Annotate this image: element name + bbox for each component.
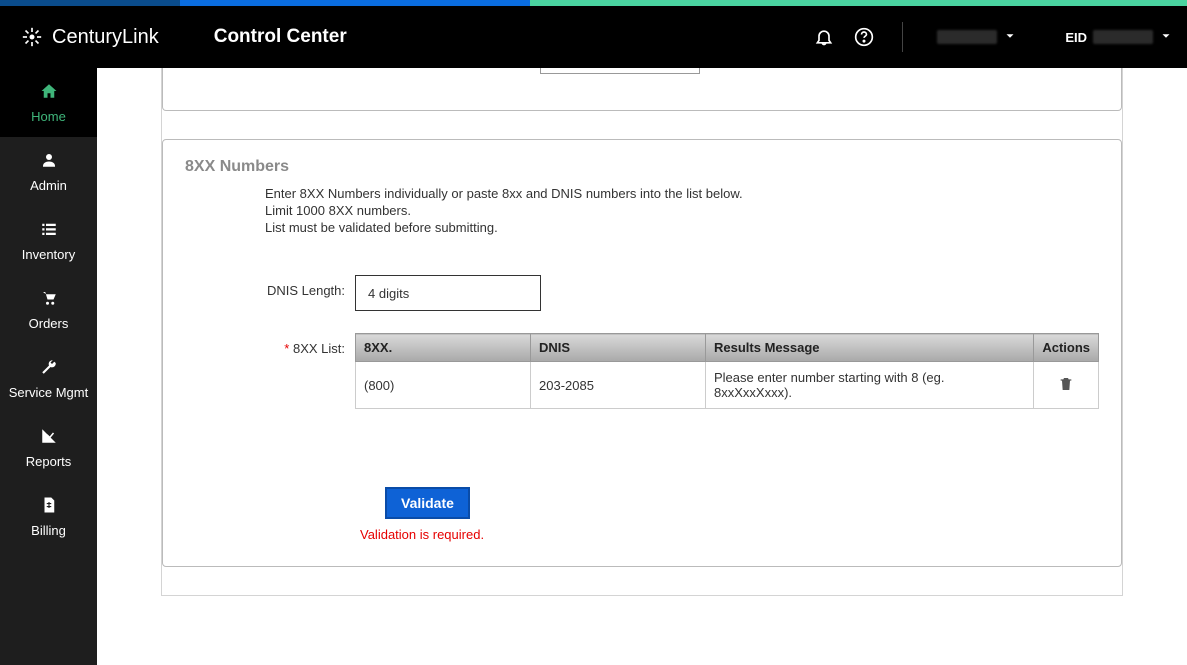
main-content: ANI: Real Time ANI Requested: Yes No 8XX… (97, 68, 1187, 665)
eightxx-list-label: * 8XX List: (185, 333, 355, 356)
cart-icon (4, 289, 93, 310)
eightxx-table: 8XX. DNIS Results Message Actions (800) (355, 333, 1099, 409)
instruction-line: List must be validated before submitting… (185, 220, 1099, 235)
sidebar-item-admin[interactable]: Admin (0, 137, 97, 206)
user-icon (4, 151, 93, 172)
header-divider (902, 22, 903, 52)
chevron-down-icon (1003, 29, 1017, 46)
sidebar-item-label: Reports (26, 454, 72, 469)
list-icon (4, 220, 93, 241)
invoice-icon (4, 496, 93, 517)
wrench-icon (4, 358, 93, 379)
ani-input[interactable] (540, 68, 700, 74)
eightxx-title: 8XX Numbers (185, 158, 1099, 176)
eid-label: EID (1065, 30, 1087, 45)
header: CenturyLink Control Center EID (0, 6, 1187, 68)
trash-icon[interactable] (1058, 381, 1074, 396)
sidebar-item-label: Service Mgmt (9, 385, 88, 400)
starburst-icon (22, 27, 42, 47)
sidebar-item-label: Orders (29, 316, 69, 331)
sidebar: Home Admin Inventory Orders Service Mgmt… (0, 68, 97, 665)
table-row: (800) 203-2085 Please enter number start… (356, 362, 1099, 409)
sidebar-item-inventory[interactable]: Inventory (0, 206, 97, 275)
required-asterisk: * (284, 341, 293, 356)
col-results: Results Message (706, 334, 1034, 362)
sidebar-item-reports[interactable]: Reports (0, 413, 97, 482)
sidebar-item-orders[interactable]: Orders (0, 275, 97, 344)
brand-name: CenturyLink (52, 26, 159, 49)
cell-dnis[interactable]: 203-2085 (531, 362, 706, 409)
top-panel: ANI: Real Time ANI Requested: Yes No (162, 68, 1122, 111)
cell-8xx[interactable]: (800) (356, 362, 531, 409)
validation-message: Validation is required. (360, 527, 1099, 542)
validate-button[interactable]: Validate (385, 487, 470, 519)
sidebar-item-billing[interactable]: Billing (0, 482, 97, 551)
col-8xx: 8XX. (356, 334, 531, 362)
dnis-length-select[interactable]: 4 digits (355, 275, 541, 311)
cell-results: Please enter number starting with 8 (eg.… (706, 362, 1034, 409)
dnis-length-label: DNIS Length: (185, 275, 355, 298)
app-title: Control Center (214, 26, 347, 48)
sidebar-item-label: Billing (31, 523, 66, 538)
user-name-redacted (937, 30, 997, 44)
sidebar-item-service-mgmt[interactable]: Service Mgmt (0, 344, 97, 413)
col-actions: Actions (1034, 334, 1099, 362)
help-icon[interactable] (854, 27, 874, 47)
brand-logo[interactable]: CenturyLink (22, 26, 159, 49)
chevron-down-icon (1159, 29, 1173, 46)
eid-value-redacted (1093, 30, 1153, 44)
instruction-line: Limit 1000 8XX numbers. (185, 203, 1099, 218)
eightxx-panel: 8XX Numbers Enter 8XX Numbers individual… (162, 139, 1122, 567)
home-icon (4, 82, 93, 103)
sidebar-item-label: Admin (30, 178, 67, 193)
eightxx-table-wrap: 8XX. DNIS Results Message Actions (800) (355, 333, 1099, 409)
user-menu[interactable] (937, 29, 1017, 46)
bell-icon[interactable] (814, 27, 834, 47)
eid-menu[interactable]: EID (1051, 29, 1173, 46)
sidebar-item-home[interactable]: Home (0, 68, 97, 137)
instruction-line: Enter 8XX Numbers individually or paste … (185, 186, 1099, 201)
col-dnis: DNIS (531, 334, 706, 362)
sidebar-item-label: Inventory (22, 247, 75, 262)
chart-icon (4, 427, 93, 448)
sidebar-item-label: Home (31, 109, 66, 124)
table-header-row: 8XX. DNIS Results Message Actions (356, 334, 1099, 362)
decorative-stripe (0, 0, 1187, 6)
